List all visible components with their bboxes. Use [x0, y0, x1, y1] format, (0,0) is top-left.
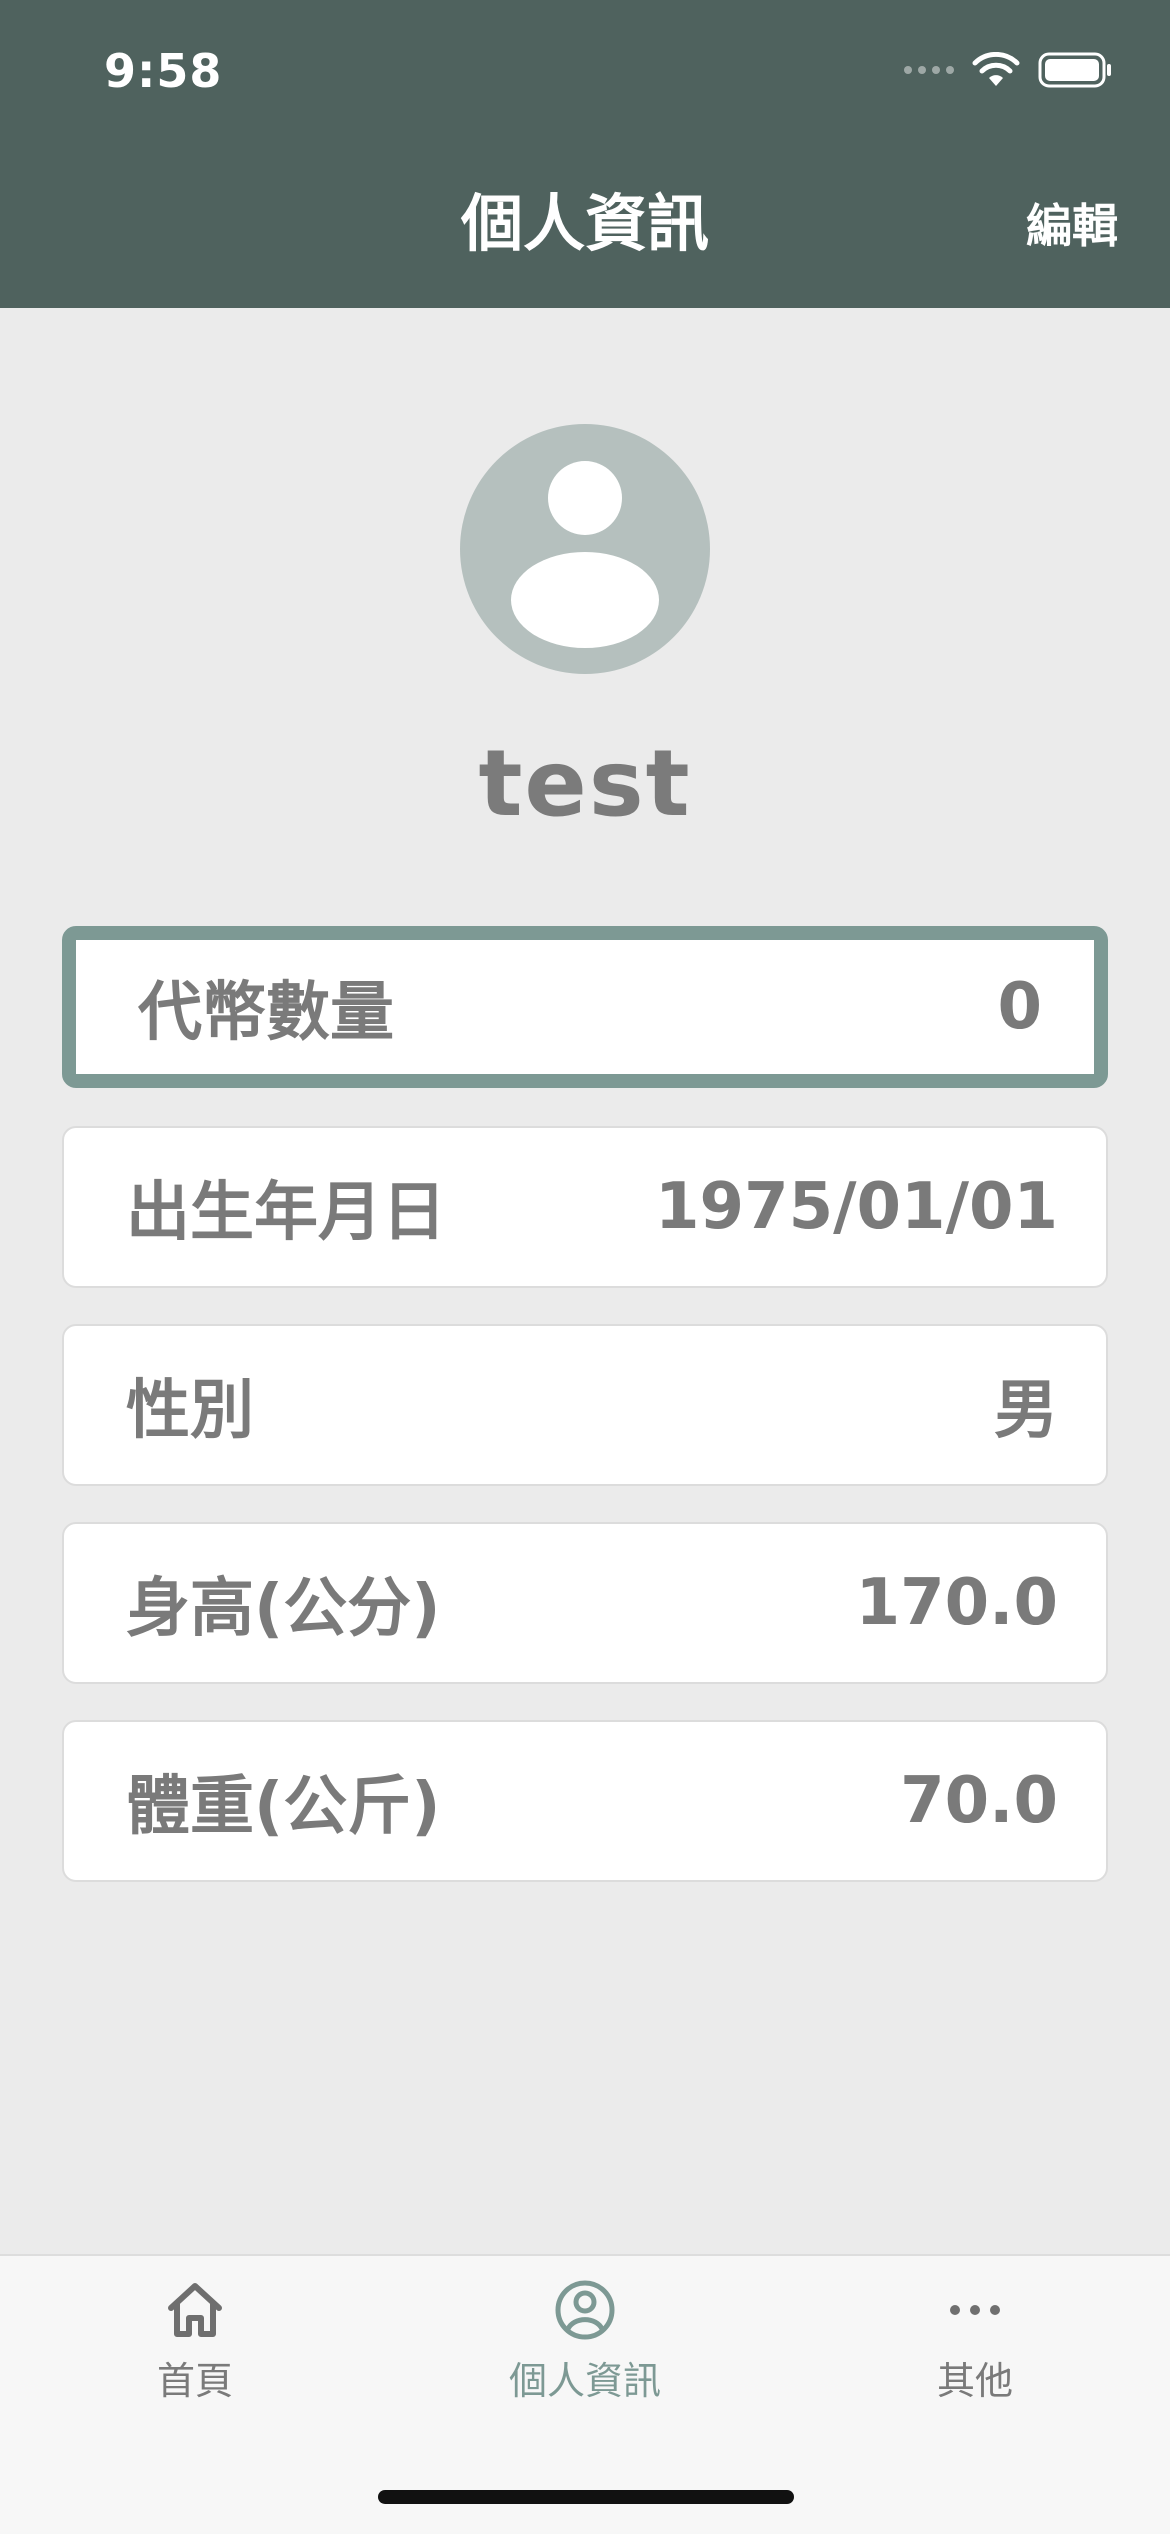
birthdate-row[interactable]: 出生年月日 1975/01/01 [62, 1126, 1108, 1288]
more-icon [950, 2305, 1000, 2315]
home-indicator [378, 2490, 794, 2504]
home-icon [168, 2283, 222, 2337]
username: test [478, 730, 692, 837]
status-time: 9:58 [104, 44, 223, 98]
row-value: 0 [997, 970, 1042, 1044]
gender-row[interactable]: 性別 男 [62, 1324, 1108, 1486]
row-label: 出生年月日 [126, 1176, 446, 1250]
nav-header: 9:58 個人資訊 編輯 [0, 0, 1170, 308]
wifi-icon [972, 52, 1020, 86]
token-count-row[interactable]: 代幣數量 0 [62, 926, 1108, 1088]
status-icons [904, 52, 1114, 88]
avatar[interactable] [460, 424, 710, 674]
tab-label: 首頁 [156, 2359, 233, 2403]
row-value: 1975/01/01 [655, 1170, 1058, 1244]
person-icon [511, 461, 659, 648]
cellular-signal-icon [904, 66, 954, 74]
edit-button[interactable]: 編輯 [1026, 194, 1118, 258]
page-title: 個人資訊 [460, 187, 709, 260]
tab-home[interactable]: 首頁 [65, 2278, 325, 2405]
row-label: 代幣數量 [138, 976, 394, 1050]
height-row[interactable]: 身高(公分) 170.0 [62, 1522, 1108, 1684]
row-label: 身高(公分) [126, 1572, 441, 1646]
profile-icon [555, 2280, 615, 2340]
tab-profile[interactable]: 個人資訊 [455, 2278, 715, 2405]
tab-label: 其他 [936, 2359, 1013, 2403]
row-label: 體重(公斤) [126, 1770, 441, 1844]
tab-more[interactable]: 其他 [845, 2278, 1105, 2405]
tab-label: 個人資訊 [508, 2359, 661, 2403]
row-value: 70.0 [900, 1764, 1058, 1838]
row-label: 性別 [126, 1374, 254, 1448]
weight-row[interactable]: 體重(公斤) 70.0 [62, 1720, 1108, 1882]
row-value: 男 [994, 1374, 1058, 1448]
battery-icon [1038, 52, 1111, 88]
row-value: 170.0 [855, 1566, 1058, 1640]
